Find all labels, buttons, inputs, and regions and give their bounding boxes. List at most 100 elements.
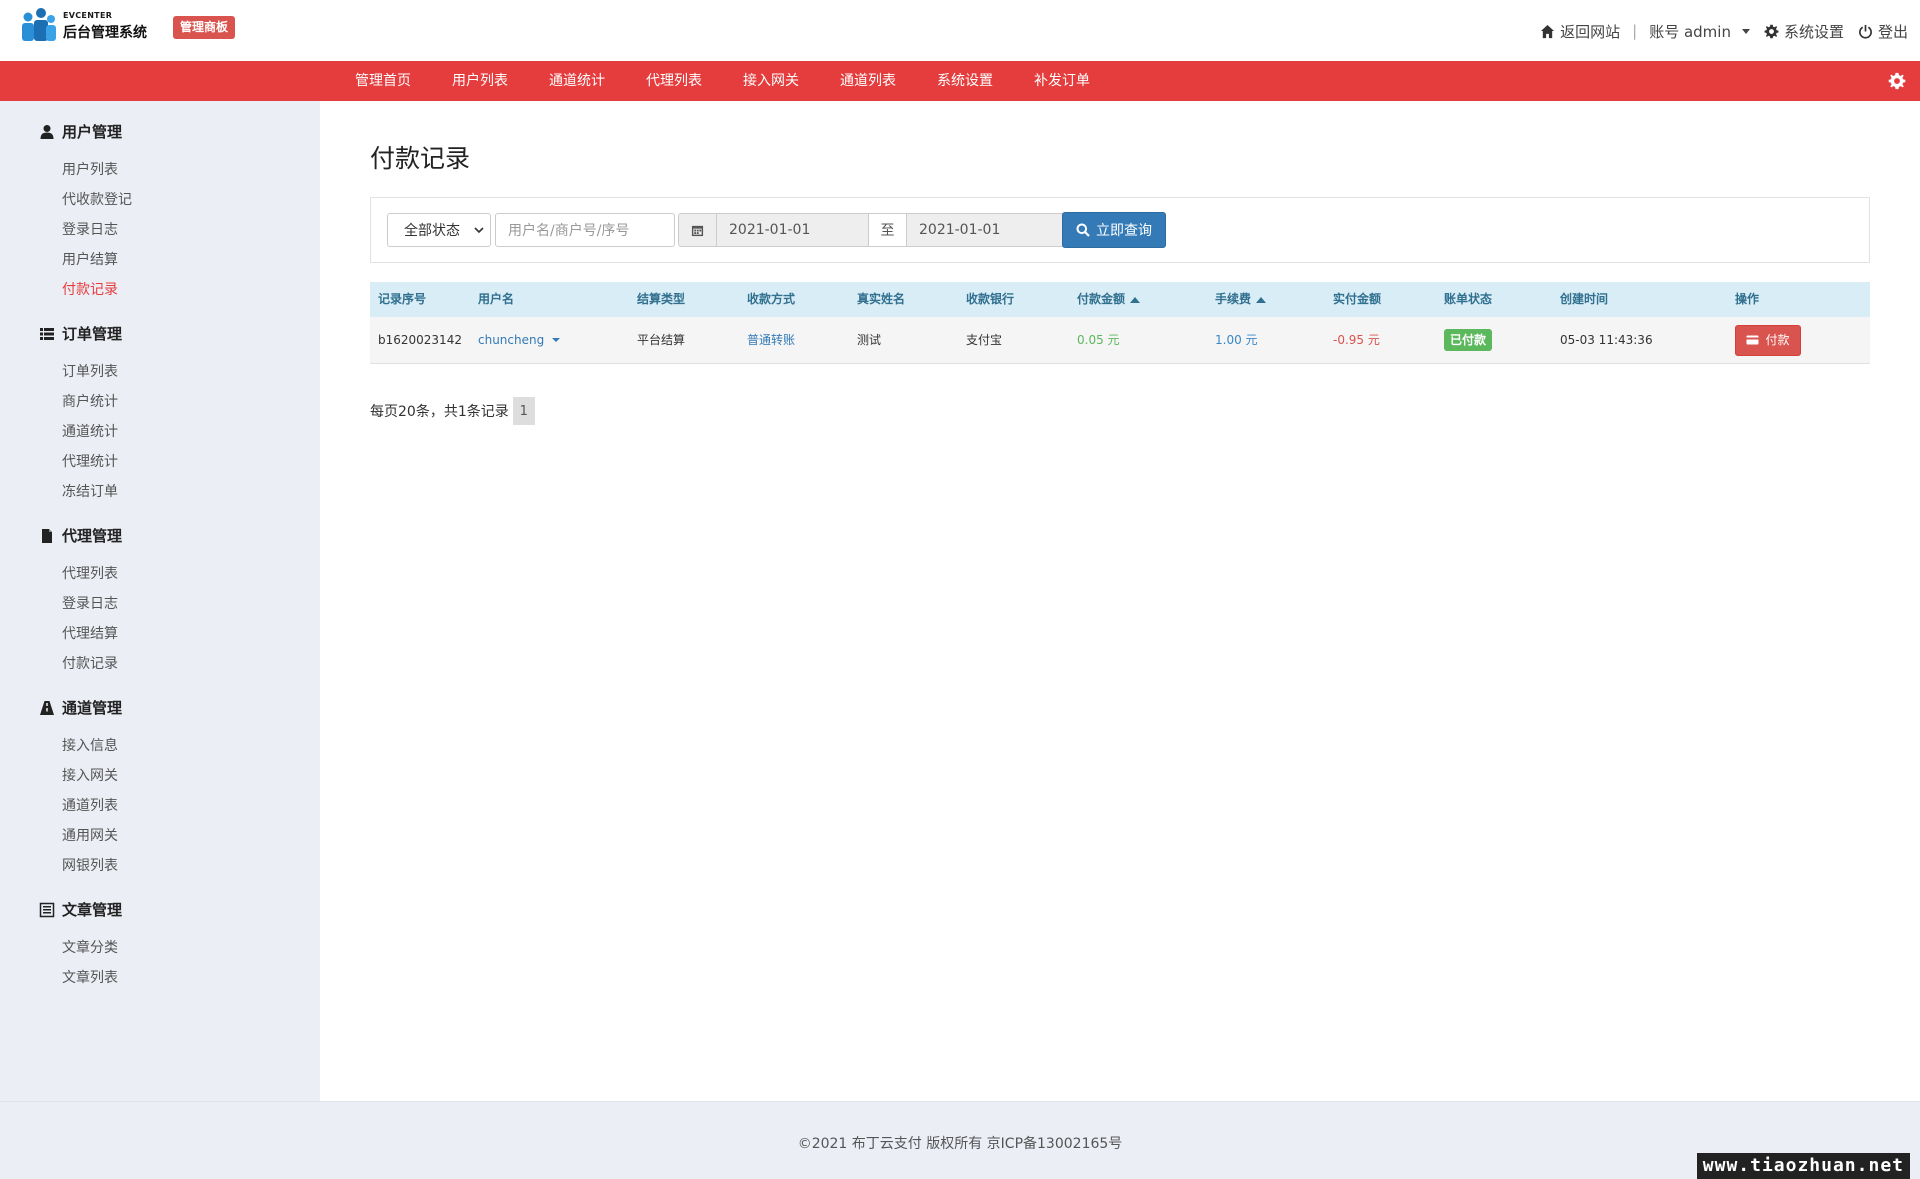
top-right-menu: 返回网站 | 账号 admin 系统设置 登出	[1540, 19, 1908, 43]
list-icon	[40, 327, 54, 340]
pay-button[interactable]: 付款	[1735, 324, 1801, 356]
nav-item-agents[interactable]: 代理列表	[646, 61, 702, 101]
sidebar: 用户管理 用户列表 代收款登记 登录日志 用户结算 付款记录 订单管理 订单列表…	[0, 101, 320, 1101]
status-select[interactable]: 全部状态	[387, 213, 491, 247]
table-header: 记录序号 用户名 结算类型 收款方式 真实姓名 收款银行 付款金额 手续费 实付…	[370, 282, 1870, 317]
col-bank: 收款银行	[966, 292, 1015, 306]
col-record-id: 记录序号	[378, 292, 427, 306]
col-actual: 实付金额	[1333, 292, 1382, 306]
sidebar-item-order-list[interactable]: 订单列表	[62, 361, 118, 381]
sidebar-item-collection-register[interactable]: 代收款登记	[62, 189, 132, 209]
cell-real-name: 测试	[857, 333, 882, 347]
sidebar-group-channels[interactable]: 通道管理	[39, 697, 122, 718]
sidebar-item-bank-list[interactable]: 网银列表	[62, 855, 118, 875]
credit-card-icon	[1746, 335, 1759, 345]
sidebar-item-frozen-orders[interactable]: 冻结订单	[62, 481, 118, 501]
keyword-search-input[interactable]: 用户名/商户号/序号	[495, 213, 675, 247]
sidebar-item-agent-login-log[interactable]: 登录日志	[62, 593, 118, 613]
nav-item-channel-stats[interactable]: 通道统计	[549, 61, 605, 101]
sidebar-item-payment-records[interactable]: 付款记录	[62, 279, 118, 299]
col-fee: 手续费	[1215, 292, 1252, 306]
panel-badge: 管理商板	[173, 16, 236, 39]
search-button-label: 立即查询	[1096, 223, 1152, 239]
return-site-label: 返回网站	[1560, 22, 1621, 41]
page-title: 付款记录	[370, 144, 471, 173]
pagination: 每页20条，共1条记录 1	[370, 397, 535, 425]
divider: |	[1632, 22, 1638, 40]
page-1-button[interactable]: 1	[512, 397, 535, 425]
sidebar-item-agent-list[interactable]: 代理列表	[62, 563, 118, 583]
home-icon	[1541, 24, 1555, 38]
gear-icon	[1764, 24, 1779, 38]
username-dropdown[interactable]: chuncheng	[478, 317, 561, 363]
status-select-value: 全部状态	[404, 223, 460, 239]
sidebar-item-article-list[interactable]: 文章列表	[62, 967, 118, 987]
sidebar-item-user-settlement[interactable]: 用户结算	[62, 249, 118, 269]
sidebar-group-articles[interactable]: 文章管理	[39, 899, 122, 920]
nav-item-dashboard[interactable]: 管理首页	[355, 61, 411, 101]
sidebar-item-merchant-stats[interactable]: 商户统计	[62, 391, 118, 411]
table-row: b1620023142 chuncheng 平台结算 普通转账 测试 支付宝 0…	[370, 317, 1870, 364]
col-amount-sortable[interactable]: 付款金额	[1077, 282, 1141, 317]
col-pay-method: 收款方式	[747, 292, 796, 306]
sidebar-group-users[interactable]: 用户管理	[39, 121, 122, 142]
col-settle-type: 结算类型	[637, 292, 686, 306]
sidebar-item-agent-payment-records[interactable]: 付款记录	[62, 653, 118, 673]
sidebar-item-channel-stats[interactable]: 通道统计	[62, 421, 118, 441]
search-icon	[1076, 223, 1090, 237]
sidebar-group-orders[interactable]: 订单管理	[39, 323, 122, 344]
return-site-link[interactable]: 返回网站	[1540, 21, 1620, 42]
sidebar-item-access-info[interactable]: 接入信息	[62, 735, 118, 755]
sidebar-item-login-log[interactable]: 登录日志	[62, 219, 118, 239]
col-amount: 付款金额	[1077, 292, 1126, 306]
cell-bank: 支付宝	[966, 333, 1003, 347]
chevron-down-icon	[552, 338, 561, 342]
settings-link[interactable]: 系统设置	[1764, 21, 1844, 42]
cell-settle-type: 平台结算	[637, 333, 686, 347]
sidebar-item-article-categories[interactable]: 文章分类	[62, 937, 118, 957]
sidebar-item-agent-settlement[interactable]: 代理结算	[62, 623, 118, 643]
logout-link[interactable]: 登出	[1858, 21, 1908, 42]
sidebar-item-general-gateway[interactable]: 通用网关	[62, 825, 118, 845]
logo[interactable]: EVCENTER 后台管理系统	[19, 7, 159, 47]
main-navbar: 管理首页 用户列表 通道统计 代理列表 接入网关 通道列表 系统设置 补发订单	[0, 61, 1920, 101]
search-button[interactable]: 立即查询	[1062, 212, 1166, 248]
payment-records-table: 记录序号 用户名 结算类型 收款方式 真实姓名 收款银行 付款金额 手续费 实付…	[370, 282, 1870, 364]
date-from-input[interactable]: 2021-01-01	[717, 214, 868, 246]
logout-label: 登出	[1877, 22, 1908, 41]
nav-item-gateway[interactable]: 接入网关	[743, 61, 799, 101]
col-fee-sortable[interactable]: 手续费	[1215, 282, 1267, 317]
sidebar-group-title: 用户管理	[62, 123, 123, 141]
sidebar-item-channel-list[interactable]: 通道列表	[62, 795, 118, 815]
account-dropdown[interactable]: 账号 admin	[1649, 21, 1750, 42]
cell-created: 05-03 11:43:36	[1560, 333, 1653, 347]
col-real-name: 真实姓名	[857, 292, 906, 306]
sort-up-icon	[1130, 296, 1141, 303]
gear-icon[interactable]	[1888, 72, 1906, 90]
account-label: 账号 admin	[1649, 22, 1731, 41]
sidebar-item-agent-stats[interactable]: 代理统计	[62, 451, 118, 471]
top-header: EVCENTER 后台管理系统 管理商板 返回网站 | 账号 admin 系统设…	[0, 0, 1920, 61]
nav-item-users[interactable]: 用户列表	[452, 61, 508, 101]
col-action: 操作	[1735, 292, 1760, 306]
date-separator: 至	[868, 214, 907, 246]
cell-pay-method[interactable]: 普通转账	[747, 317, 795, 363]
cell-amount: 0.05 元	[1077, 333, 1120, 347]
sidebar-group-title: 订单管理	[62, 325, 123, 343]
pay-button-label: 付款	[1765, 333, 1790, 347]
article-icon	[39, 902, 55, 917]
file-icon	[42, 528, 52, 543]
nav-item-reissue-orders[interactable]: 补发订单	[1034, 61, 1090, 101]
sidebar-group-agents[interactable]: 代理管理	[39, 525, 122, 546]
date-to-input[interactable]: 2021-01-01	[907, 214, 1066, 246]
sidebar-item-user-list[interactable]: 用户列表	[62, 159, 118, 179]
cell-username: chuncheng	[478, 333, 545, 347]
nav-item-settings[interactable]: 系统设置	[937, 61, 993, 101]
col-created: 创建时间	[1560, 292, 1609, 306]
watermark: www.tiaozhuan.net	[1696, 1153, 1910, 1179]
nav-item-channels[interactable]: 通道列表	[840, 61, 896, 101]
cell-action: 付款	[1735, 317, 1801, 363]
sidebar-group-title: 通道管理	[62, 699, 123, 717]
sidebar-item-access-gateway[interactable]: 接入网关	[62, 765, 118, 785]
cell-actual: -0.95 元	[1333, 333, 1380, 347]
